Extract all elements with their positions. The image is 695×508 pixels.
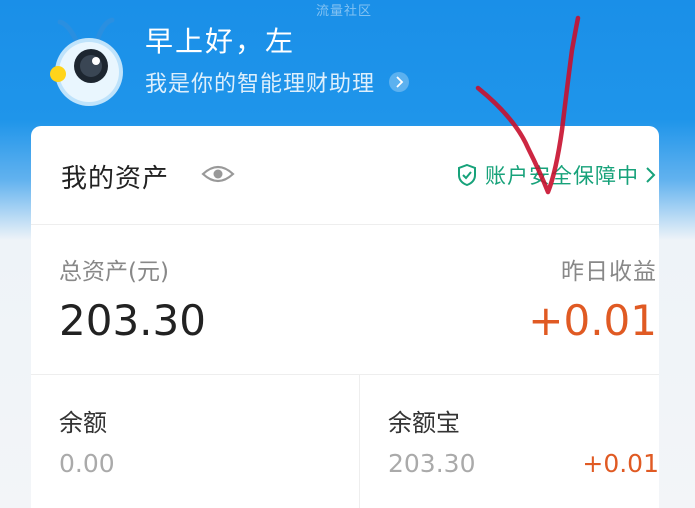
balance-cell[interactable]: 余额 0.00 (31, 375, 360, 508)
chevron-right-icon (646, 167, 656, 183)
chevron-right-icon (389, 72, 410, 92)
assistant-text: 我是你的智能理财助理 (145, 72, 376, 97)
asset-breakdown: 余额 0.00 余额宝 203.30 +0.01 (31, 375, 659, 508)
yuebao-value: 203.30 (388, 449, 476, 478)
assets-card-header: 我的资产 账户安全保障中 (31, 126, 659, 225)
total-assets-label: 总资产(元) (59, 259, 169, 285)
yesterday-earnings-value: +0.01 (528, 296, 657, 345)
yesterday-earnings-label: 昨日收益 (561, 259, 657, 285)
ant-mascot-icon (50, 17, 123, 106)
yuebao-label: 余额宝 (388, 409, 460, 437)
assets-card: 我的资产 账户安全保障中 总资产(元) 203.30 昨日收益 +0.01 余额… (31, 126, 659, 508)
security-link[interactable]: 账户安全保障中 (457, 160, 657, 190)
total-assets-value: 203.30 (59, 296, 206, 345)
yuebao-cell[interactable]: 余额宝 203.30 +0.01 (360, 375, 659, 508)
eye-icon[interactable] (201, 162, 235, 186)
header: 早上好，左 我是你的智能理财助理 (0, 0, 695, 120)
greeting-text: 早上好，左 (145, 25, 296, 58)
card-title: 我的资产 (61, 164, 170, 194)
balance-label: 余额 (59, 409, 107, 437)
asset-summary[interactable]: 总资产(元) 203.30 昨日收益 +0.01 (31, 224, 659, 375)
yuebao-gain: +0.01 (582, 449, 659, 478)
security-label: 账户安全保障中 (485, 164, 639, 188)
assistant-link[interactable]: 我是你的智能理财助理 (145, 66, 410, 98)
shield-icon (458, 164, 476, 186)
balance-value: 0.00 (59, 449, 115, 478)
